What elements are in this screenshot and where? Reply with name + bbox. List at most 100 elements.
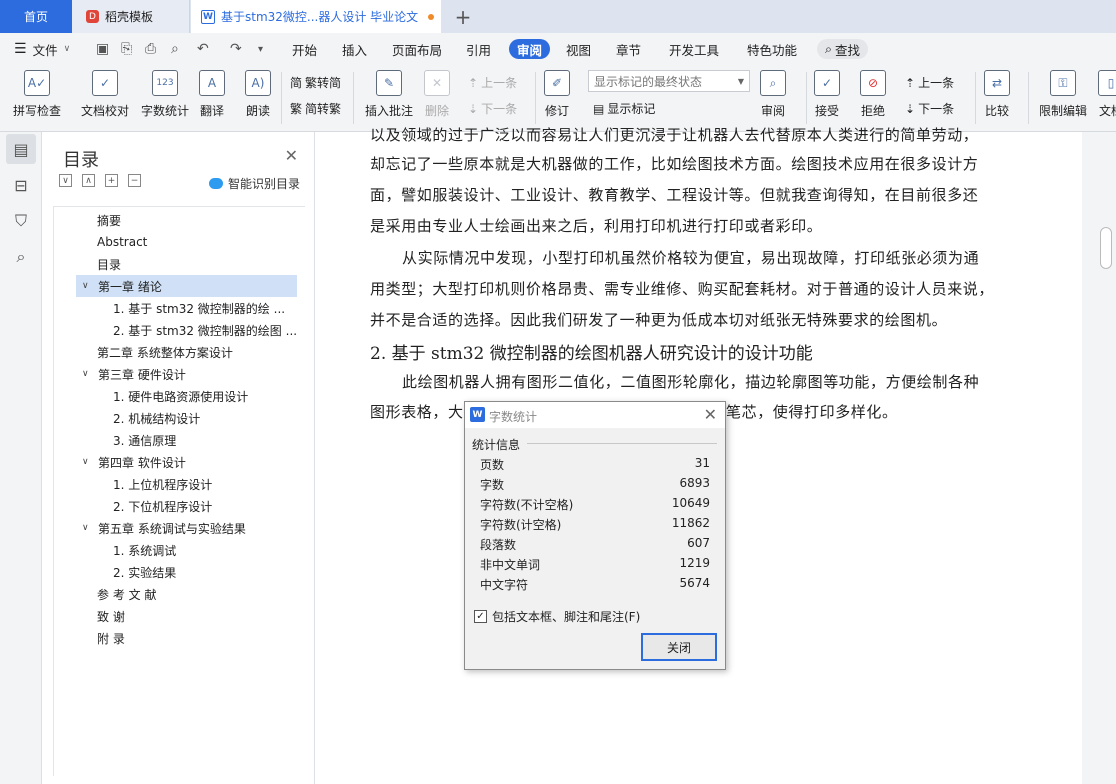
prev-comment-label: 上一条 [481,76,518,90]
close-icon[interactable]: ✕ [285,146,298,165]
toc-item-selected[interactable]: ∨ 第一章 绪论 [76,275,297,297]
menu-item-dev-tools[interactable]: 开发工具 [669,39,719,59]
toc-item[interactable]: 1. 上位机程序设计 [113,473,293,495]
close-button[interactable]: 关闭 [641,633,717,661]
toc-item[interactable]: 2. 下位机程序设计 [113,495,293,517]
track-changes-button[interactable]: ✐ 修订 [544,70,570,119]
tab-home[interactable]: 首页 [0,0,72,33]
remove-heading-icon[interactable]: − [128,174,141,187]
menu-item-special[interactable]: 特色功能 [747,39,797,59]
tab-document[interactable]: W 基于stm32微控...器人设计 毕业论文 [191,0,441,33]
body-line: 以及领域的过于广泛以而容易让人们更沉浸于让机器人去代替原本人类进行的简单劳动， [370,126,979,144]
toc-item[interactable]: 目录 [97,253,297,275]
prev-comment-button[interactable]: ⇡ 上一条 [468,74,517,91]
close-icon[interactable]: ✕ [704,405,717,424]
ribbon-separator [535,72,536,124]
collapse-all-icon[interactable]: ∨ [59,174,72,187]
spell-check-button[interactable]: A✓ 拼写检查 [13,70,61,119]
search-box[interactable]: ⌕ 查找 [817,39,869,59]
show-markup-button[interactable]: ▤ 显示标记 [593,100,655,117]
chevron-down-icon[interactable]: ∨ [82,457,94,467]
simp-to-trad-button[interactable]: 繁 简转繁 [290,100,341,117]
tab-template[interactable]: D 稻壳模板 [72,0,190,33]
chevron-down-icon[interactable]: ∨ [82,369,94,379]
search-icon[interactable]: ⌕ [6,242,36,272]
stat-row: 字数 6893 [480,476,710,496]
delete-comment-button[interactable]: ✕ 删除 [424,70,450,119]
ribbon-toolbar: A✓ 拼写检查 ✓ 文档校对 123 字数统计 A 翻译 A) 朗读 简 繁转简… [0,64,1116,132]
doc-permission-button[interactable]: ▯ 文档 [1098,70,1116,119]
menu-item-references[interactable]: 引用 [466,39,491,59]
next-comment-icon: ⇣ [468,101,479,116]
read-aloud-button[interactable]: A) 朗读 [245,70,271,119]
word-count-button[interactable]: 123 字数统计 [141,70,189,119]
document-scrollbar[interactable] [1082,132,1116,784]
navigation-tree-icon[interactable]: ⊟ [6,170,36,200]
doc-proof-button[interactable]: ✓ 文档校对 [81,70,129,119]
toc-item[interactable]: 1. 系统调试 [113,539,293,561]
accept-button[interactable]: ✓ 接受 [814,70,840,119]
ribbon-separator [281,72,282,124]
doc-proof-label: 文档校对 [81,104,130,118]
new-tab-plus-icon[interactable]: + [448,0,478,33]
export-pdf-icon[interactable]: ⎘ [121,39,132,59]
toc-item[interactable]: 摘要 [97,209,297,231]
scrollbar-thumb[interactable] [1100,227,1112,269]
chevron-down-icon: ∨ [63,44,71,54]
chevron-down-icon[interactable]: ∨ [82,281,94,291]
print-icon[interactable]: ⎙ [145,39,156,59]
toc-item[interactable]: 第二章 系统整体方案设计 [97,341,297,363]
bookmark-icon[interactable]: ⛉ [6,206,36,236]
compare-button[interactable]: ⇄ 比较 [984,70,1010,119]
review-pane-button[interactable]: ⌕ 审阅 [760,70,786,119]
insert-comment-label: 插入批注 [365,104,414,118]
toc-panel-icon[interactable]: ▤ [6,134,36,164]
toc-item[interactable]: 2. 实验结果 [113,561,293,583]
redo-icon[interactable]: ↷ [230,39,242,59]
toc-item[interactable]: ∨ 第五章 系统调试与实验结果 [82,517,297,539]
include-textbox-checkbox[interactable]: ✓ 包括文本框、脚注和尾注(F) [474,608,640,625]
insert-comment-button[interactable]: ✎ 插入批注 [365,70,413,119]
quick-access-dropdown-icon[interactable]: ▾ [258,39,263,59]
trad-simp-icon: 简 [290,76,303,90]
toc-item[interactable]: 2. 基于 stm32 微控制器的绘图 ... [113,319,298,341]
checkbox-checked-icon[interactable]: ✓ [474,610,487,623]
undo-icon[interactable]: ↶ [197,39,209,59]
toc-item[interactable]: 致 谢 [97,605,297,627]
toc-item[interactable]: 参 考 文 献 [97,583,297,605]
toc-item[interactable]: 2. 机械结构设计 [113,407,293,429]
markup-mode-select[interactable]: 显示标记的最终状态 ▼ [588,70,750,92]
add-heading-icon[interactable]: + [105,174,118,187]
toc-item[interactable]: ∨ 第三章 硬件设计 [82,363,297,385]
print-preview-icon[interactable]: ⌕ [171,39,179,59]
chevron-down-icon[interactable]: ∨ [82,523,94,533]
next-comment-button[interactable]: ⇣ 下一条 [468,100,517,117]
menu-item-start[interactable]: 开始 [292,39,317,59]
save-icon[interactable]: ▣ [96,39,109,59]
toc-item[interactable]: 3. 通信原理 [113,429,293,451]
smart-toc-button[interactable]: 智能识别目录 [208,175,300,192]
menu-item-view[interactable]: 视图 [566,39,591,59]
next-change-button[interactable]: ⇣ 下一条 [905,100,954,117]
toc-item[interactable]: 1. 基于 stm32 微控制器的绘 ... [113,297,293,319]
toc-item[interactable]: ∨ 第四章 软件设计 [82,451,297,473]
menu-item-insert[interactable]: 插入 [342,39,367,59]
menu-item-page-layout[interactable]: 页面布局 [392,39,442,59]
toc-item[interactable]: 附 录 [97,627,297,649]
file-menu[interactable]: ☰ 文件 ∨ [14,39,70,59]
markup-mode-value: 显示标记的最终状态 [594,74,703,89]
dialog-titlebar[interactable]: W 字数统计 ✕ [465,402,725,428]
toc-list: 摘要 Abstract 目录 ∨ 第一章 绪论 1. 基于 stm32 微控制器… [53,206,305,776]
translate-button[interactable]: A 翻译 [199,70,225,119]
toc-item[interactable]: 1. 硬件电路资源使用设计 [113,385,293,407]
menu-item-review[interactable]: 审阅 [509,39,551,59]
prev-change-button[interactable]: ⇡ 上一条 [905,74,954,91]
reject-button[interactable]: ⊘ 拒绝 [860,70,886,119]
toc-item[interactable]: Abstract [97,231,297,253]
trad-to-simp-button[interactable]: 简 繁转简 [290,74,341,91]
menu-item-chapter[interactable]: 章节 [616,39,641,59]
expand-all-icon[interactable]: ∧ [82,174,95,187]
body-line: 图形表格，大 [370,403,464,421]
stat-row: 非中文单词 1219 [480,556,710,576]
restrict-editing-button[interactable]: ⚿ 限制编辑 [1039,70,1087,119]
